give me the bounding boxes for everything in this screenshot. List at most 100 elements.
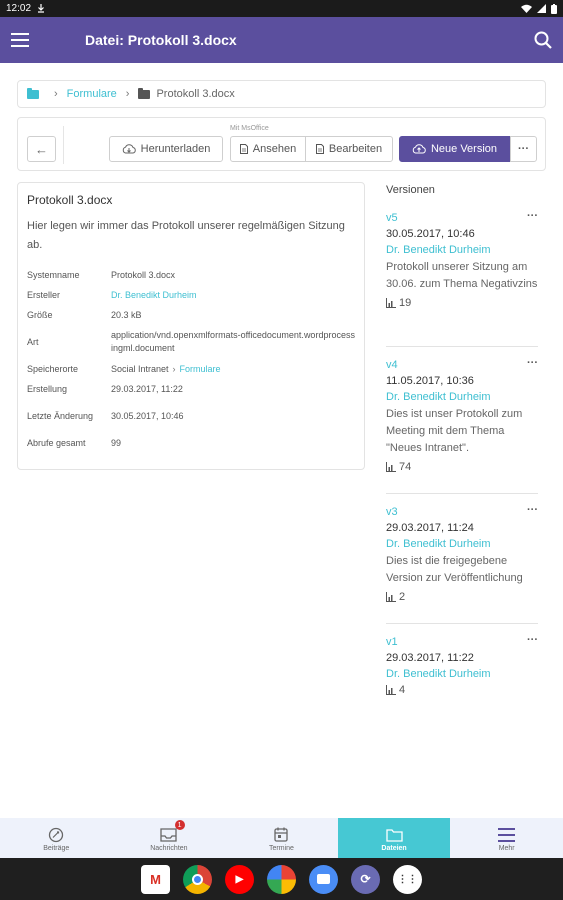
version-views-count: 19: [399, 297, 412, 309]
location-folder-link[interactable]: Formulare: [180, 364, 221, 374]
nav-files[interactable]: Dateien: [337, 818, 451, 858]
new-version-button[interactable]: Neue Version: [399, 136, 510, 162]
download-button[interactable]: Herunterladen: [109, 136, 223, 162]
msoffice-label: Mit MsOffice: [230, 125, 269, 132]
meta-systemname: Protokoll 3.docx: [111, 270, 176, 280]
version-date: 29.03.2017, 11:24: [386, 522, 474, 534]
version-author-link[interactable]: Dr. Benedikt Durheim: [386, 538, 538, 550]
meta-created: 29.03.2017, 11:22: [111, 384, 183, 394]
assistant-app-icon[interactable]: ⟳: [351, 864, 380, 894]
apps-grid-icon[interactable]: ⋮⋮: [393, 864, 422, 894]
status-bar: 12:02: [0, 0, 563, 17]
meta-views: 99: [111, 438, 122, 448]
nav-label: Mehr: [498, 844, 515, 852]
divider: [386, 623, 538, 624]
meta-modified: 30.05.2017, 10:46: [111, 411, 184, 421]
breadcrumb: › Formulare › Protokoll 3.docx: [17, 80, 546, 108]
edit-button[interactable]: Bearbeiten: [305, 136, 393, 162]
search-icon: [534, 31, 552, 49]
signal-icon: [537, 4, 546, 13]
bottom-nav: Beiträge 1 Nachrichten Termine Dateien M…: [0, 818, 563, 858]
meta-label: Art: [27, 337, 39, 347]
search-button[interactable]: [523, 17, 563, 63]
version-name-link[interactable]: v5: [386, 212, 538, 224]
chevron-right-icon: ›: [54, 88, 58, 100]
hamburger-icon: [11, 33, 29, 47]
version-views-count: 74: [399, 461, 412, 473]
file-description: Hier legen wir immer das Protokoll unser…: [27, 220, 345, 251]
more-icon: ···: [518, 143, 529, 155]
chrome-app-icon[interactable]: [183, 864, 212, 894]
page-title: Datei: Protokoll 3.docx: [85, 32, 237, 48]
version-name-link[interactable]: v4: [386, 359, 538, 371]
divider: [386, 493, 538, 494]
nav-label: Beiträge: [43, 844, 70, 852]
version-views-count: 2: [399, 591, 406, 603]
nav-label: Dateien: [381, 844, 407, 852]
version-author-link[interactable]: Dr. Benedikt Durheim: [386, 668, 538, 680]
bar-chart-icon: [386, 592, 396, 602]
versions-heading: Versionen: [386, 184, 435, 196]
wifi-icon: [521, 4, 532, 13]
hamburger-menu-button[interactable]: [0, 17, 40, 63]
nav-messages[interactable]: 1 Nachrichten: [113, 818, 226, 858]
version-description: Protokoll unserer Sitzung am 30.06. zum …: [386, 261, 538, 290]
battery-icon: [551, 3, 557, 14]
version-date: 30.05.2017, 10:46: [386, 228, 475, 240]
chevron-right-icon: ›: [172, 364, 176, 374]
download-label: Herunterladen: [140, 143, 211, 155]
breadcrumb-folder-link[interactable]: Formulare: [67, 88, 117, 100]
gmail-app-icon[interactable]: M: [141, 864, 170, 894]
app-bar: Datei: Protokoll 3.docx: [0, 17, 563, 63]
version-more-button[interactable]: ···: [527, 504, 538, 516]
more-options-button[interactable]: ···: [510, 136, 537, 162]
version-item: v1 ··· 29.03.2017, 11:22 Dr. Benedikt Du…: [386, 634, 538, 696]
download-status-icon: [38, 4, 45, 13]
photos-app-icon[interactable]: [267, 864, 296, 894]
creator-link[interactable]: Dr. Benedikt Durheim: [111, 290, 197, 300]
chevron-right-icon: ›: [125, 88, 130, 100]
meta-label: Abrufe gesamt: [27, 438, 86, 448]
meta-label: Ersteller: [27, 290, 61, 300]
folder-icon: [385, 828, 403, 842]
version-author-link[interactable]: Dr. Benedikt Durheim: [386, 391, 538, 403]
file-title: Protokoll 3.docx: [27, 193, 113, 207]
folder-icon: [27, 87, 39, 99]
divider: [386, 346, 538, 347]
meta-label: Erstellung: [27, 384, 68, 394]
version-item: v3 ··· 29.03.2017, 11:24 Dr. Benedikt Du…: [386, 504, 538, 603]
nav-calendar[interactable]: Termine: [225, 818, 338, 858]
notification-badge: 1: [174, 820, 185, 830]
view-button[interactable]: Ansehen: [230, 136, 306, 162]
location-root: Social Intranet: [111, 364, 169, 374]
meta-type: application/vnd.openxmlformats-officedoc…: [111, 330, 355, 353]
meta-label: Größe: [27, 310, 53, 320]
version-description: Dies ist die freigegebene Version zur Ve…: [386, 555, 523, 584]
nav-posts[interactable]: Beiträge: [0, 818, 113, 858]
bar-chart-icon: [386, 462, 396, 472]
youtube-app-icon[interactable]: ▶: [225, 864, 254, 894]
version-more-button[interactable]: ···: [527, 357, 538, 369]
version-name-link[interactable]: v3: [386, 506, 538, 518]
version-name-link[interactable]: v1: [386, 636, 538, 648]
version-views: 4: [386, 684, 538, 696]
version-views: 19: [386, 297, 538, 309]
folder-icon: [138, 87, 151, 99]
version-more-button[interactable]: ···: [527, 210, 538, 222]
divider: [63, 126, 64, 164]
messages-app-icon[interactable]: [309, 864, 338, 894]
back-button[interactable]: ←: [27, 136, 56, 162]
version-item: v5 ··· 30.05.2017, 10:46 Dr. Benedikt Du…: [386, 210, 538, 309]
version-views-count: 4: [399, 684, 406, 696]
version-date: 11.05.2017, 10:36: [386, 375, 474, 387]
menu-icon: [498, 827, 516, 842]
meta-size: 20.3 kB: [111, 310, 142, 320]
posts-icon: [49, 827, 64, 842]
version-more-button[interactable]: ···: [527, 634, 538, 646]
nav-more[interactable]: Mehr: [450, 818, 563, 858]
file-toolbar: ← Herunterladen Mit MsOffice Ansehen Bea…: [17, 117, 546, 171]
version-author-link[interactable]: Dr. Benedikt Durheim: [386, 244, 538, 256]
document-icon: [239, 144, 248, 154]
file-meta-table: Systemname Protokoll 3.docx Ersteller Dr. …: [27, 265, 355, 453]
nav-label: Nachrichten: [150, 844, 188, 852]
